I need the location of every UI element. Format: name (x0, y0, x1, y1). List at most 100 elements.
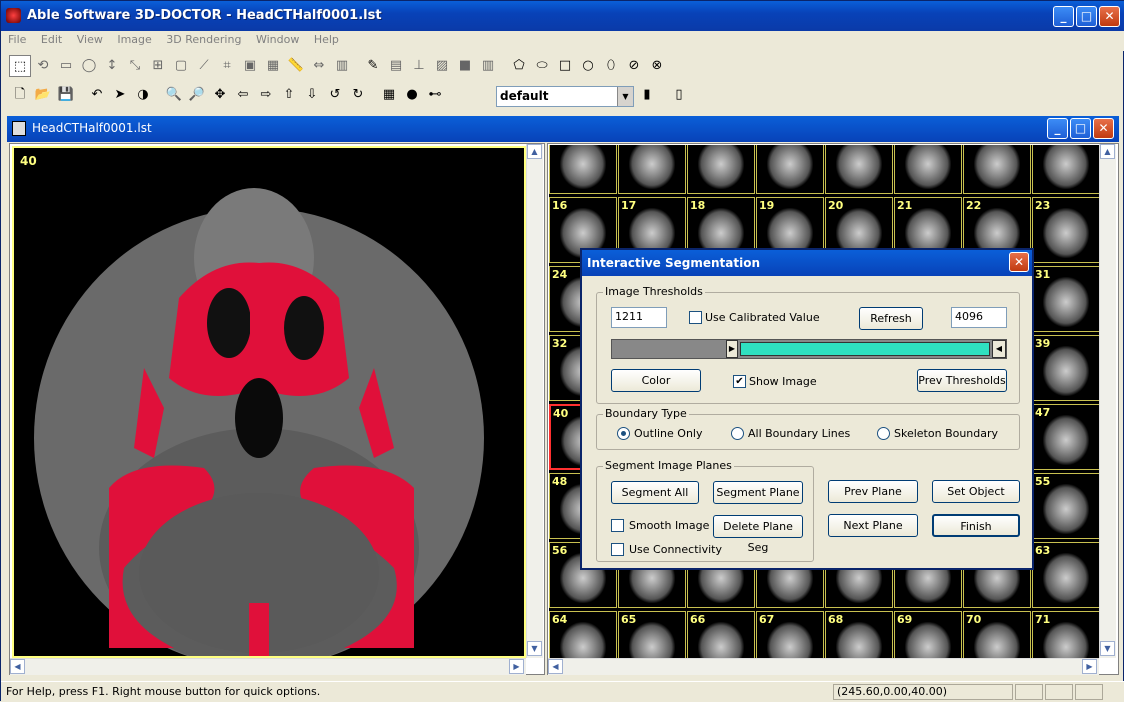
menu-view[interactable]: View (73, 31, 107, 48)
slice-thumbnail[interactable]: 63 (1032, 542, 1099, 608)
left-vertical-scrollbar[interactable]: ▲ ▼ (526, 144, 543, 658)
stamp-icon[interactable]: ▤ (385, 55, 407, 77)
slice-thumbnail[interactable]: 39 (1032, 335, 1099, 401)
menu-window[interactable]: Window (252, 31, 303, 48)
slice-thumbnail[interactable]: 55 (1032, 473, 1099, 539)
scroll-left-icon[interactable]: ◀ (548, 659, 563, 674)
min-slider-handle[interactable]: ▶ (726, 340, 738, 358)
show-image-checkbox[interactable]: ✔ (733, 375, 746, 388)
open-icon[interactable]: 📂 (32, 84, 54, 106)
app-icon[interactable] (6, 8, 21, 23)
slice-thumbnail[interactable]: 66 (687, 611, 755, 659)
menu-help[interactable]: Help (310, 31, 343, 48)
chevron-down-icon[interactable]: ▼ (617, 87, 633, 106)
tile-icon[interactable]: ▦ (262, 55, 284, 77)
prev-plane-button[interactable]: Prev Plane (828, 480, 918, 503)
ellipse-icon[interactable]: ◯ (78, 55, 100, 77)
all-boundary-lines-radio[interactable] (731, 427, 744, 440)
pin-icon[interactable]: ⊥ (408, 55, 430, 77)
image-icon[interactable]: ▨ (431, 55, 453, 77)
ruler-icon[interactable]: 📏 (285, 55, 307, 77)
rotate-left-icon[interactable]: ↺ (324, 84, 346, 106)
pencil-icon[interactable]: ✎ (362, 55, 384, 77)
slice-thumbnail[interactable] (894, 145, 962, 194)
skeleton-boundary-radio[interactable] (877, 427, 890, 440)
diagonal-icon[interactable]: ⟋ (193, 55, 215, 77)
smooth-image-checkbox[interactable] (611, 519, 624, 532)
next-icon[interactable]: ⇨ (255, 84, 277, 106)
blob-icon[interactable]: ⬯ (600, 55, 622, 77)
slice-thumbnail[interactable] (756, 145, 824, 194)
prev-thresholds-button[interactable]: Prev Thresholds (917, 369, 1007, 392)
close-button[interactable]: ✕ (1099, 6, 1120, 27)
prev-icon[interactable]: ⇦ (232, 84, 254, 106)
histogram-icon[interactable]: ▥ (331, 55, 353, 77)
phone-icon[interactable]: ▮ (636, 84, 658, 106)
set-object-button[interactable]: Set Object (932, 480, 1020, 503)
menu-3d-rendering[interactable]: 3D Rendering (162, 31, 245, 48)
refresh-button[interactable]: Refresh (859, 307, 923, 330)
slice-thumbnail[interactable]: 71 (1032, 611, 1099, 659)
snapshot-icon[interactable]: ▦ (378, 84, 400, 106)
grid-icon[interactable]: ⊞ (147, 55, 169, 77)
slice-thumbnail[interactable]: 67 (756, 611, 824, 659)
line-icon[interactable]: ⊷ (424, 84, 446, 106)
fit-icon[interactable]: ✥ (209, 84, 231, 106)
contrast-icon[interactable]: ◑ (132, 84, 154, 106)
square-icon[interactable]: ▢ (170, 55, 192, 77)
slice-thumbnail[interactable] (549, 145, 617, 194)
max-slider-handle[interactable]: ◀ (992, 340, 1006, 358)
left-horizontal-scrollbar[interactable]: ◀ ▶ (10, 658, 526, 675)
slice-thumbnail[interactable] (963, 145, 1031, 194)
scroll-up-icon[interactable]: ▲ (1100, 144, 1115, 159)
use-calibrated-checkbox[interactable] (689, 311, 702, 324)
slice-thumbnail[interactable]: 65 (618, 611, 686, 659)
scroll-down-icon[interactable]: ▼ (527, 641, 542, 656)
new-icon[interactable]: 🗋 (9, 84, 31, 106)
minimize-button[interactable]: _ (1053, 6, 1074, 27)
zoom-in-icon[interactable]: 🔍 (163, 84, 185, 106)
right-horizontal-scrollbar[interactable]: ◀ ▶ (548, 658, 1099, 675)
square-tool-icon[interactable]: □ (554, 55, 576, 77)
save-icon[interactable]: 💾 (55, 84, 77, 106)
lasso-icon[interactable]: ⟲ (32, 55, 54, 77)
min-threshold-input[interactable]: 1211 (611, 307, 667, 328)
freehand-icon[interactable]: ⬭ (531, 55, 553, 77)
select-rect-icon[interactable]: ⬚ (9, 55, 31, 77)
record-icon[interactable]: ● (401, 84, 423, 106)
title-bar[interactable]: Able Software 3D-DOCTOR - HeadCTHalf0001… (1, 1, 1124, 31)
chart-icon[interactable]: ▥ (477, 55, 499, 77)
calibrate-icon[interactable]: ⇔ (308, 55, 330, 77)
slice-thumbnail[interactable] (1032, 145, 1099, 194)
segment-all-button[interactable]: Segment All (611, 481, 699, 504)
slice-thumbnail[interactable] (825, 145, 893, 194)
outline-only-radio[interactable] (617, 427, 630, 440)
polygon-select-icon[interactable]: ⬠ (508, 55, 530, 77)
scroll-up-icon[interactable]: ▲ (527, 144, 542, 159)
menu-edit[interactable]: Edit (37, 31, 66, 48)
fill-icon[interactable]: ■ (454, 55, 476, 77)
use-connectivity-checkbox[interactable] (611, 543, 624, 556)
erase-blob-icon[interactable]: ⊘ (623, 55, 645, 77)
preset-combo[interactable]: default ▼ (496, 86, 634, 107)
scroll-right-icon[interactable]: ▶ (509, 659, 524, 674)
slice-thumbnail[interactable]: 70 (963, 611, 1031, 659)
child-close-button[interactable]: ✕ (1093, 118, 1114, 139)
menu-image[interactable]: Image (113, 31, 155, 48)
finish-button[interactable]: Finish (932, 514, 1020, 537)
threshold-slider[interactable]: ▶ ◀ (611, 339, 1007, 359)
next-plane-button[interactable]: Next Plane (828, 514, 918, 537)
max-threshold-input[interactable]: 4096 (951, 307, 1007, 328)
slice-thumbnail[interactable]: 47 (1032, 404, 1099, 470)
color-button[interactable]: Color (611, 369, 701, 392)
slice-thumbnail[interactable]: 69 (894, 611, 962, 659)
tablet-icon[interactable]: ▯ (668, 84, 690, 106)
child-minimize-button[interactable]: _ (1047, 118, 1068, 139)
up-icon[interactable]: ⇧ (278, 84, 300, 106)
polyline-icon[interactable]: ⤡ (124, 55, 146, 77)
pointer-icon[interactable]: ➤ (109, 84, 131, 106)
slice-thumbnail[interactable] (618, 145, 686, 194)
undo-icon[interactable]: ↶ (86, 84, 108, 106)
menu-file[interactable]: File (4, 31, 30, 48)
scroll-down-icon[interactable]: ▼ (1100, 641, 1115, 656)
